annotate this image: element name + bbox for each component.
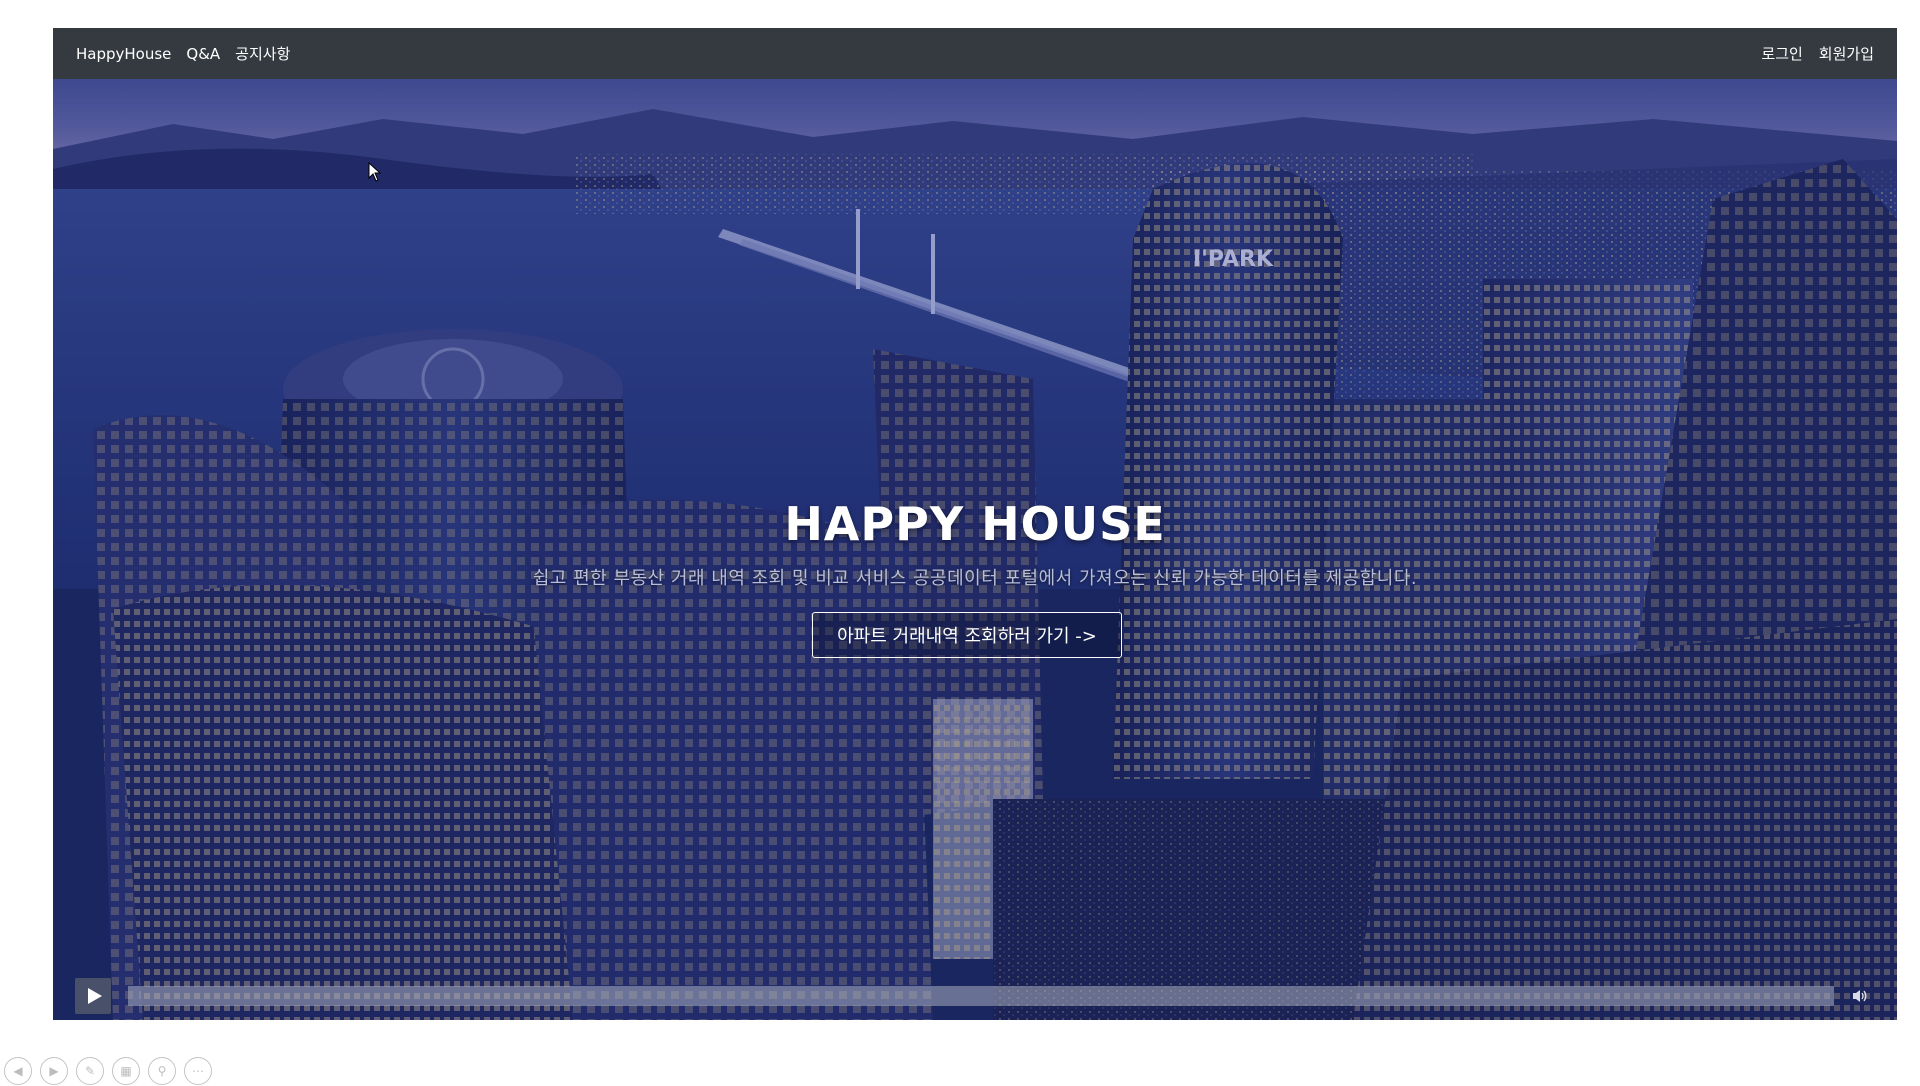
mouse-cursor-icon [368, 162, 382, 182]
video-seek-bar[interactable] [128, 986, 1834, 1006]
more-button[interactable]: ⋯ [184, 1057, 212, 1085]
zoom-button[interactable]: ⚲ [148, 1057, 176, 1085]
slides-icon: ▦ [120, 1064, 132, 1078]
pen-button[interactable]: ✎ [76, 1057, 104, 1085]
presentation-toolbar: ◀ ▶ ✎ ▦ ⚲ ⋯ [4, 1056, 212, 1086]
nav-link-qna[interactable]: Q&A [186, 45, 220, 63]
browser-viewport: HappyHouse Q&A 공지사항 로그인 회원가입 I'PARK HAPP… [53, 28, 1897, 1020]
signup-link[interactable]: 회원가입 [1819, 43, 1874, 64]
video-controls [75, 978, 1875, 1014]
prev-slide-button[interactable]: ◀ [4, 1057, 32, 1085]
brand-link[interactable]: HappyHouse [76, 45, 171, 63]
nav-link-notice[interactable]: 공지사항 [235, 43, 290, 64]
hero-content: HAPPY HOUSE 쉽고 편한 부동산 거래 내역 조회 및 비교 서비스 … [53, 497, 1897, 658]
login-link[interactable]: 로그인 [1761, 43, 1802, 64]
apartment-search-button[interactable]: 아파트 거래내역 조회하러 가기 -> [812, 612, 1122, 658]
hero-title: HAPPY HOUSE [784, 497, 1166, 551]
zoom-icon: ⚲ [157, 1064, 167, 1078]
pen-icon: ✎ [84, 1064, 96, 1078]
navbar: HappyHouse Q&A 공지사항 로그인 회원가입 [53, 28, 1897, 79]
prev-icon: ◀ [13, 1064, 23, 1078]
next-slide-button[interactable]: ▶ [40, 1057, 68, 1085]
hero-section: I'PARK HAPPY HOUSE 쉽고 편한 부동산 거래 내역 조회 및 … [53, 79, 1897, 1020]
navbar-left: HappyHouse Q&A 공지사항 [76, 28, 290, 79]
play-icon [88, 988, 102, 1004]
volume-icon [1853, 990, 1867, 1002]
navbar-right: 로그인 회원가입 [1761, 28, 1874, 79]
slides-button[interactable]: ▦ [112, 1057, 140, 1085]
hero-subtitle: 쉽고 편한 부동산 거래 내역 조회 및 비교 서비스 공공데이터 포털에서 가… [532, 568, 1418, 589]
next-icon: ▶ [49, 1064, 59, 1078]
more-icon: ⋯ [192, 1064, 204, 1078]
play-button[interactable] [75, 978, 111, 1014]
volume-button[interactable] [1845, 978, 1875, 1014]
